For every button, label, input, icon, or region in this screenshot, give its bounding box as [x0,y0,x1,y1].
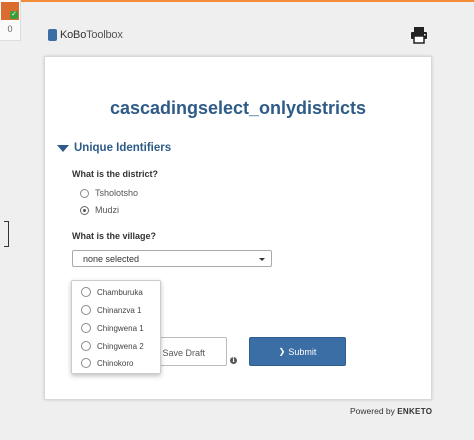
village-option-chamburuka[interactable]: Chamburuka [81,287,143,297]
village-select-value: none selected [83,254,140,264]
radio-button[interactable] [81,341,91,351]
district-option-label: Tsholotsho [95,188,139,198]
logo-text-bold: KoBo [60,29,87,41]
village-option-label: Chinanzva 1 [97,305,142,315]
top-accent-line [0,0,474,2]
queue-status-icon: ✓ [1,2,19,20]
submit-button[interactable]: ❯ Submit [249,337,346,366]
kobo-logo: KoBoToolbox [48,26,123,44]
enketo-brand: ENKETO [397,407,433,416]
check-icon: ✓ [10,11,18,19]
village-option-label: Chingwena 2 [97,341,144,351]
logo-text-light: Toolbox [86,29,123,41]
radio-button[interactable] [81,305,91,315]
district-question-label: What is the district? [72,169,159,179]
submit-label: Submit [288,346,317,357]
radio-button[interactable] [81,323,91,333]
village-option-label: Chamburuka [97,287,143,297]
chevron-right-icon: ❯ [278,347,286,356]
village-select[interactable]: none selected [72,250,272,267]
radio-button-selected[interactable] [80,205,89,215]
village-option-chinanzva-1[interactable]: Chinanzva 1 [81,305,141,315]
queue-count: 0 [7,24,13,34]
village-question-label: What is the village? [72,231,157,241]
district-option-label: Mudzi [95,205,120,215]
offline-queue-widget[interactable]: ✓ 0 [0,0,21,41]
group-title: Unique Identifiers [74,142,172,154]
radio-button[interactable] [81,287,91,297]
district-option-mudzi[interactable]: Mudzi [80,205,119,215]
group-toggle-unique-identifiers[interactable]: Unique Identifiers [57,142,171,154]
caret-down-icon [57,144,69,152]
radio-button[interactable] [80,188,89,198]
side-panel-handle[interactable] [4,221,9,247]
village-option-label: Chingwena 1 [97,323,144,333]
kobo-logo-icon [48,29,57,41]
village-option-label: Chinokoro [97,358,134,368]
print-icon[interactable] [410,26,428,44]
powered-by-text: Powered by [350,406,395,416]
powered-by-footer: Powered by ENKETO [350,406,432,416]
info-icon[interactable]: i [230,357,237,364]
form-title: cascadingselect_onlydistricts [109,98,367,118]
village-option-chingwena-1[interactable]: Chingwena 1 [81,323,144,333]
village-dropdown-menu: Chamburuka Chinanzva 1 Chingwena 1 Ching… [71,280,161,374]
dropdown-arrow-icon [259,258,265,261]
village-option-chinokoro[interactable]: Chinokoro [81,358,133,368]
district-option-tsholotsho[interactable]: Tsholotsho [80,188,138,198]
village-option-chingwena-2[interactable]: Chingwena 2 [81,341,144,351]
radio-button[interactable] [81,358,91,368]
